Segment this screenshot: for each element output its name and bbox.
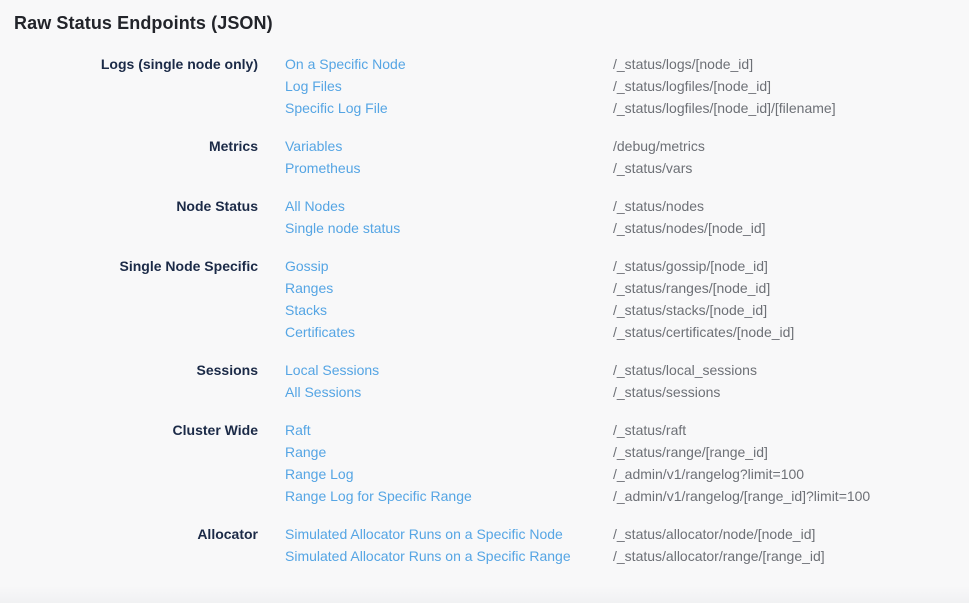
- endpoint-link[interactable]: Ranges: [258, 277, 613, 299]
- endpoint-row: Certificates /_status/certificates/[node…: [258, 321, 969, 343]
- endpoint-link[interactable]: Log Files: [258, 75, 613, 97]
- endpoint-section: Node Status All Nodes /_status/nodes Sin…: [0, 195, 969, 239]
- section-rows: All Nodes /_status/nodes Single node sta…: [258, 195, 969, 239]
- endpoint-row: On a Specific Node /_status/logs/[node_i…: [258, 53, 969, 75]
- endpoint-path: /_status/nodes/[node_id]: [613, 217, 766, 239]
- endpoint-path: /_status/nodes: [613, 195, 704, 217]
- endpoint-row: Range Log for Specific Range /_admin/v1/…: [258, 485, 969, 507]
- endpoint-path: /_status/gossip/[node_id]: [613, 255, 768, 277]
- endpoint-row: Gossip /_status/gossip/[node_id]: [258, 255, 969, 277]
- endpoint-path: /_status/certificates/[node_id]: [613, 321, 794, 343]
- section-rows: Local Sessions /_status/local_sessions A…: [258, 359, 969, 403]
- endpoint-row: Range Log /_admin/v1/rangelog?limit=100: [258, 463, 969, 485]
- endpoint-path: /_status/sessions: [613, 381, 720, 403]
- endpoint-link[interactable]: Range: [258, 441, 613, 463]
- endpoint-path: /_status/logs/[node_id]: [613, 53, 753, 75]
- section-category-label: Allocator: [0, 523, 258, 567]
- endpoint-path: /_status/stacks/[node_id]: [613, 299, 767, 321]
- section-rows: Simulated Allocator Runs on a Specific N…: [258, 523, 969, 567]
- endpoint-path: /_status/ranges/[node_id]: [613, 277, 770, 299]
- section-category-label: Node Status: [0, 195, 258, 239]
- endpoint-path: /_status/allocator/node/[node_id]: [613, 523, 815, 545]
- endpoint-link[interactable]: Prometheus: [258, 157, 613, 179]
- endpoint-link[interactable]: All Nodes: [258, 195, 613, 217]
- endpoint-section: Single Node Specific Gossip /_status/gos…: [0, 255, 969, 343]
- endpoint-link[interactable]: Single node status: [258, 217, 613, 239]
- section-rows: Raft /_status/raft Range /_status/range/…: [258, 419, 969, 507]
- endpoint-row: Prometheus /_status/vars: [258, 157, 969, 179]
- endpoint-row: Local Sessions /_status/local_sessions: [258, 359, 969, 381]
- section-category-label: Metrics: [0, 135, 258, 179]
- endpoint-link[interactable]: Variables: [258, 135, 613, 157]
- endpoint-section: Metrics Variables /debug/metrics Prometh…: [0, 135, 969, 179]
- section-category-label: Single Node Specific: [0, 255, 258, 343]
- endpoint-row: Specific Log File /_status/logfiles/[nod…: [258, 97, 969, 119]
- endpoint-section: Cluster Wide Raft /_status/raft Range /_…: [0, 419, 969, 507]
- endpoint-link[interactable]: Gossip: [258, 255, 613, 277]
- endpoint-path: /_status/local_sessions: [613, 359, 757, 381]
- endpoint-path: /_status/raft: [613, 419, 686, 441]
- endpoint-section: Logs (single node only) On a Specific No…: [0, 53, 969, 119]
- endpoint-path: /_admin/v1/rangelog/[range_id]?limit=100: [613, 485, 870, 507]
- endpoint-link[interactable]: Range Log for Specific Range: [258, 485, 613, 507]
- endpoint-row: All Nodes /_status/nodes: [258, 195, 969, 217]
- endpoint-row: Stacks /_status/stacks/[node_id]: [258, 299, 969, 321]
- endpoint-row: Variables /debug/metrics: [258, 135, 969, 157]
- endpoint-row: Simulated Allocator Runs on a Specific R…: [258, 545, 969, 567]
- endpoint-link[interactable]: Range Log: [258, 463, 613, 485]
- endpoint-path: /debug/metrics: [613, 135, 705, 157]
- endpoint-row: Log Files /_status/logfiles/[node_id]: [258, 75, 969, 97]
- endpoint-link[interactable]: Local Sessions: [258, 359, 613, 381]
- endpoint-path: /_status/range/[range_id]: [613, 441, 768, 463]
- endpoint-path: /_status/logfiles/[node_id]/[filename]: [613, 97, 836, 119]
- section-rows: On a Specific Node /_status/logs/[node_i…: [258, 53, 969, 119]
- section-category-label: Cluster Wide: [0, 419, 258, 507]
- endpoint-link[interactable]: Simulated Allocator Runs on a Specific N…: [258, 523, 613, 545]
- endpoint-row: Raft /_status/raft: [258, 419, 969, 441]
- page-bottom-gradient: [0, 586, 969, 603]
- section-category-label: Sessions: [0, 359, 258, 403]
- endpoint-link[interactable]: All Sessions: [258, 381, 613, 403]
- endpoint-path: /_status/allocator/range/[range_id]: [613, 545, 825, 567]
- endpoint-link[interactable]: On a Specific Node: [258, 53, 613, 75]
- endpoint-row: Ranges /_status/ranges/[node_id]: [258, 277, 969, 299]
- endpoint-row: All Sessions /_status/sessions: [258, 381, 969, 403]
- endpoint-link[interactable]: Stacks: [258, 299, 613, 321]
- endpoint-link[interactable]: Certificates: [258, 321, 613, 343]
- endpoint-row: Simulated Allocator Runs on a Specific N…: [258, 523, 969, 545]
- endpoint-section: Allocator Simulated Allocator Runs on a …: [0, 523, 969, 567]
- page-title: Raw Status Endpoints (JSON): [14, 13, 969, 34]
- section-rows: Gossip /_status/gossip/[node_id] Ranges …: [258, 255, 969, 343]
- section-rows: Variables /debug/metrics Prometheus /_st…: [258, 135, 969, 179]
- section-category-label: Logs (single node only): [0, 53, 258, 119]
- endpoint-path: /_status/logfiles/[node_id]: [613, 75, 771, 97]
- endpoint-link[interactable]: Raft: [258, 419, 613, 441]
- endpoints-list: Logs (single node only) On a Specific No…: [0, 53, 969, 567]
- endpoint-link[interactable]: Simulated Allocator Runs on a Specific R…: [258, 545, 613, 567]
- endpoint-row: Single node status /_status/nodes/[node_…: [258, 217, 969, 239]
- endpoint-link[interactable]: Specific Log File: [258, 97, 613, 119]
- endpoint-section: Sessions Local Sessions /_status/local_s…: [0, 359, 969, 403]
- endpoint-row: Range /_status/range/[range_id]: [258, 441, 969, 463]
- endpoint-path: /_status/vars: [613, 157, 692, 179]
- endpoint-path: /_admin/v1/rangelog?limit=100: [613, 463, 804, 485]
